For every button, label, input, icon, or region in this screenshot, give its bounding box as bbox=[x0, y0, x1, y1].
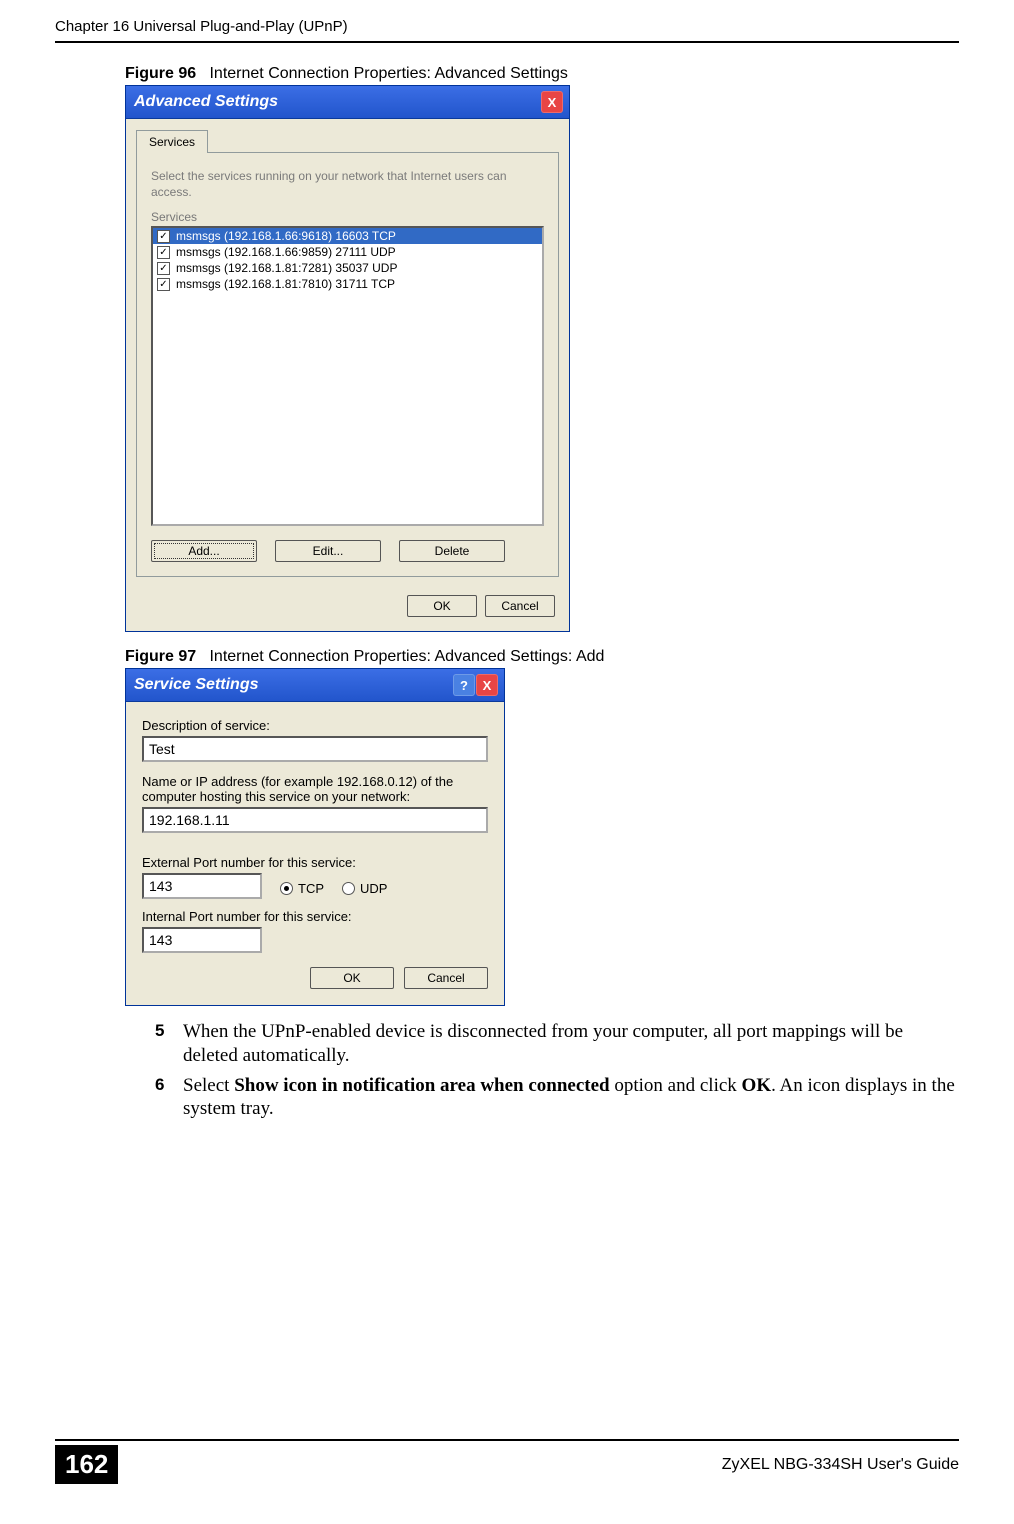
step6-text: Select Show icon in notification area wh… bbox=[183, 1074, 959, 1122]
checkbox-icon[interactable]: ✓ bbox=[157, 278, 170, 291]
list-item[interactable]: ✓ msmsgs (192.168.1.66:9618) 16603 TCP bbox=[153, 228, 542, 244]
close-icon[interactable]: X bbox=[476, 674, 498, 696]
description-label: Description of service: bbox=[142, 718, 488, 733]
host-label: Name or IP address (for example 192.168.… bbox=[142, 774, 488, 804]
service-settings-dialog: Service Settings ? X Description of serv… bbox=[125, 668, 505, 1006]
page-footer: 162 ZyXEL NBG-334SH User's Guide bbox=[55, 1439, 959, 1484]
figure97-label: Figure 97 bbox=[125, 648, 196, 665]
list-item-label: msmsgs (192.168.1.66:9618) 16603 TCP bbox=[176, 229, 396, 243]
services-panel: Select the services running on your netw… bbox=[136, 152, 559, 577]
list-item[interactable]: ✓ msmsgs (192.168.1.66:9859) 27111 UDP bbox=[153, 244, 542, 260]
dialog2-title: Service Settings bbox=[134, 676, 259, 694]
description-input[interactable]: Test bbox=[142, 736, 488, 762]
ok-button[interactable]: OK bbox=[310, 967, 394, 989]
radio-icon bbox=[280, 882, 293, 895]
cancel-button[interactable]: Cancel bbox=[404, 967, 488, 989]
extport-label: External Port number for this service: bbox=[142, 855, 488, 870]
edit-button[interactable]: Edit... bbox=[275, 540, 381, 562]
chapter-title: Chapter 16 Universal Plug-and-Play (UPnP… bbox=[55, 18, 348, 35]
close-icon[interactable]: X bbox=[541, 91, 563, 113]
list-item[interactable]: ✓ msmsgs (192.168.1.81:7810) 31711 TCP bbox=[153, 276, 542, 292]
tcp-radio[interactable]: TCP bbox=[280, 881, 324, 896]
instruction-list: 5 When the UPnP-enabled device is discon… bbox=[155, 1020, 959, 1121]
figure96-caption-text: Internet Connection Properties: Advanced… bbox=[209, 65, 567, 82]
list-item-label: msmsgs (192.168.1.81:7281) 35037 UDP bbox=[176, 261, 397, 275]
services-instructions: Select the services running on your netw… bbox=[151, 169, 544, 200]
host-input[interactable]: 192.168.1.11 bbox=[142, 807, 488, 833]
step-number: 6 bbox=[155, 1074, 183, 1122]
ok-button[interactable]: OK bbox=[407, 595, 477, 617]
step5-text: When the UPnP-enabled device is disconne… bbox=[183, 1020, 959, 1068]
list-item-label: msmsgs (192.168.1.66:9859) 27111 UDP bbox=[176, 245, 396, 259]
tab-services[interactable]: Services bbox=[136, 130, 208, 153]
figure96-label: Figure 96 bbox=[125, 65, 196, 82]
cancel-button[interactable]: Cancel bbox=[485, 595, 555, 617]
services-group-label: Services bbox=[151, 210, 544, 224]
dialog1-titlebar: Advanced Settings X bbox=[126, 86, 569, 119]
intport-label: Internal Port number for this service: bbox=[142, 909, 488, 924]
tcp-label: TCP bbox=[298, 881, 324, 896]
radio-icon bbox=[342, 882, 355, 895]
services-listbox[interactable]: ✓ msmsgs (192.168.1.66:9618) 16603 TCP ✓… bbox=[151, 226, 544, 526]
header-rule bbox=[55, 41, 959, 43]
step-number: 5 bbox=[155, 1020, 183, 1068]
checkbox-icon[interactable]: ✓ bbox=[157, 262, 170, 275]
delete-button[interactable]: Delete bbox=[399, 540, 505, 562]
guide-name: ZyXEL NBG-334SH User's Guide bbox=[722, 1456, 959, 1474]
extport-input[interactable]: 143 bbox=[142, 873, 262, 899]
advanced-settings-dialog: Advanced Settings X Services Select the … bbox=[125, 85, 570, 632]
figure97-caption-text: Internet Connection Properties: Advanced… bbox=[209, 648, 604, 665]
udp-label: UDP bbox=[360, 881, 387, 896]
page-number: 162 bbox=[55, 1445, 118, 1484]
list-item[interactable]: ✓ msmsgs (192.168.1.81:7281) 35037 UDP bbox=[153, 260, 542, 276]
udp-radio[interactable]: UDP bbox=[342, 881, 387, 896]
checkbox-icon[interactable]: ✓ bbox=[157, 246, 170, 259]
dialog2-titlebar: Service Settings ? X bbox=[126, 669, 504, 702]
add-button[interactable]: Add... bbox=[151, 540, 257, 562]
figure97-caption: Figure 97 Internet Connection Properties… bbox=[125, 648, 959, 666]
list-item-label: msmsgs (192.168.1.81:7810) 31711 TCP bbox=[176, 277, 395, 291]
help-icon[interactable]: ? bbox=[453, 674, 475, 696]
figure96-caption: Figure 96 Internet Connection Properties… bbox=[125, 65, 959, 83]
checkbox-icon[interactable]: ✓ bbox=[157, 230, 170, 243]
intport-input[interactable]: 143 bbox=[142, 927, 262, 953]
dialog1-title: Advanced Settings bbox=[134, 93, 278, 111]
